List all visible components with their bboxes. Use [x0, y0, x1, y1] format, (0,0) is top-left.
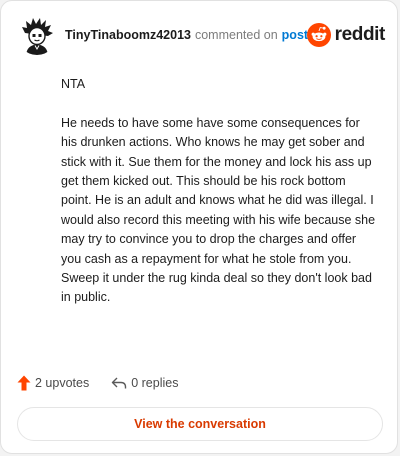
comment-action-text: commented on [194, 28, 278, 42]
comment-verdict: NTA [61, 77, 86, 91]
avatar-image [17, 15, 57, 55]
upvotes-count: 2 upvotes [35, 376, 90, 390]
replies-count: 0 replies [131, 376, 179, 390]
avatar[interactable] [17, 15, 57, 55]
upvotes-stat[interactable]: 2 upvotes [17, 375, 89, 391]
upvote-arrow-icon [17, 375, 31, 391]
username[interactable]: TinyTinaboomz42013 [65, 28, 191, 42]
comment-body: NTA He needs to have some have some cons… [61, 75, 379, 308]
comment-paragraph: He needs to have some have some conseque… [61, 115, 376, 305]
reddit-wordmark: reddit [334, 24, 386, 45]
comment-header: TinyTinaboomz42013 commented on post reddi… [17, 15, 385, 55]
reddit-logo[interactable]: reddit [306, 22, 386, 48]
post-link[interactable]: post [282, 28, 308, 42]
comment-footer: 2 upvotes 0 replies [17, 373, 178, 393]
comment-meta: TinyTinaboomz42013 commented on post [65, 27, 308, 43]
reply-arrow-icon [112, 377, 127, 389]
reddit-alien-icon [306, 23, 331, 47]
comment-card: TinyTinaboomz42013 commented on post reddi… [0, 0, 398, 454]
view-conversation-button[interactable]: View the conversation [17, 407, 383, 441]
replies-stat[interactable]: 0 replies [111, 376, 178, 390]
view-conversation-label: View the conversation [134, 417, 266, 431]
